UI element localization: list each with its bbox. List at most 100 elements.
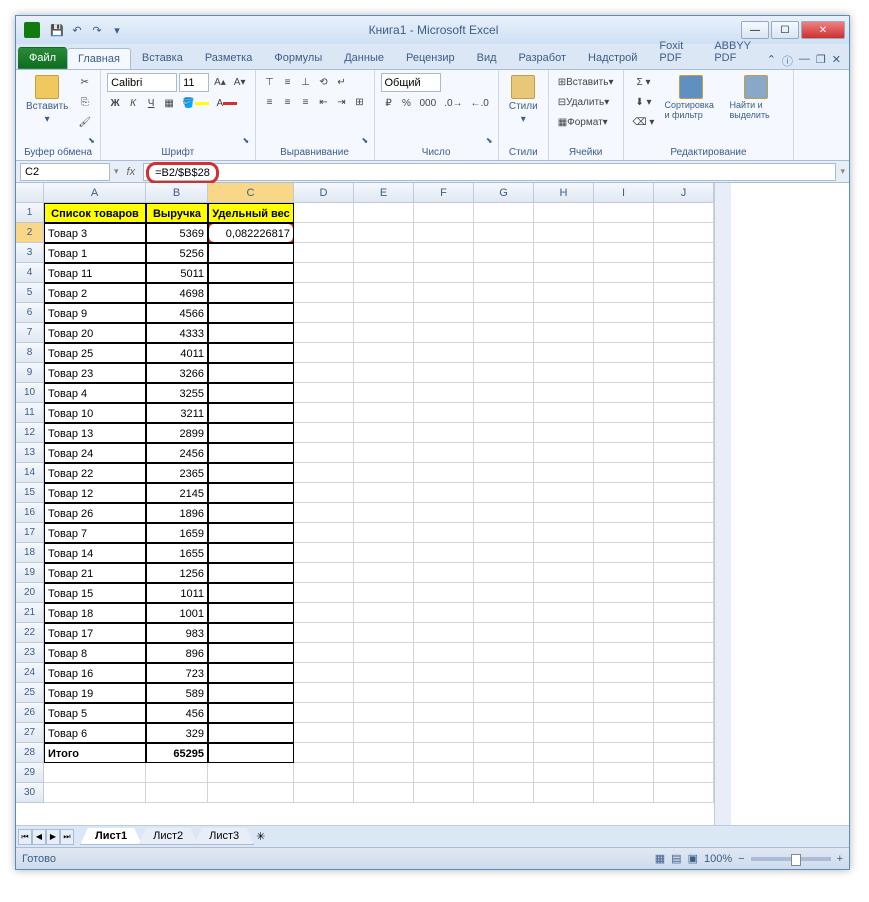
clipboard-launcher-icon[interactable]: ⬊ [88, 136, 98, 146]
font-launcher-icon[interactable]: ⬊ [243, 136, 253, 146]
redo-icon[interactable]: ↷ [88, 21, 106, 39]
inc-decimal-icon[interactable]: .0→ [441, 94, 465, 112]
undo-icon[interactable]: ↶ [68, 21, 86, 39]
sheet-tab-1[interactable]: Лист1 [80, 828, 142, 845]
clear-icon[interactable]: ⌫ ▾ [630, 113, 658, 131]
tab-data[interactable]: Данные [333, 47, 395, 69]
align-bottom-icon[interactable]: ⊥ [298, 73, 314, 91]
align-center-icon[interactable]: ≡ [280, 93, 296, 111]
number-format-select[interactable]: Общий [381, 73, 441, 92]
align-top-icon[interactable]: ⊤ [262, 73, 278, 91]
tab-formulas[interactable]: Формулы [263, 47, 333, 69]
new-sheet-icon[interactable]: ✳ [250, 830, 271, 843]
col-header-E[interactable]: E [354, 183, 414, 203]
currency-icon[interactable]: ₽ [381, 94, 397, 112]
sort-filter-button[interactable]: Сортировка и фильтр [660, 73, 722, 123]
find-select-button[interactable]: Найти и выделить [725, 73, 787, 123]
row-header[interactable]: 9 [16, 363, 44, 383]
row-header[interactable]: 12 [16, 423, 44, 443]
row-header[interactable]: 2 [16, 223, 44, 243]
doc-minimize-icon[interactable]: — [799, 53, 810, 69]
row-header[interactable]: 7 [16, 323, 44, 343]
underline-button[interactable]: Ч [143, 94, 159, 112]
delete-cells-button[interactable]: ⊟ Удалить ▾ [555, 93, 613, 111]
row-header[interactable]: 10 [16, 383, 44, 403]
sheet-tab-3[interactable]: Лист3 [194, 828, 254, 845]
save-icon[interactable]: 💾 [48, 21, 66, 39]
view-break-icon[interactable]: ▣ [688, 852, 698, 865]
align-left-icon[interactable]: ≡ [262, 93, 278, 111]
tab-insert[interactable]: Вставка [131, 47, 194, 69]
paste-button[interactable]: Вставить ▾ [22, 73, 72, 127]
sheet-tab-2[interactable]: Лист2 [138, 828, 198, 845]
orientation-icon[interactable]: ⟲ [316, 73, 332, 91]
row-header[interactable]: 22 [16, 623, 44, 643]
row-header[interactable]: 3 [16, 243, 44, 263]
next-sheet-icon[interactable]: ▶ [46, 829, 60, 845]
tab-home[interactable]: Главная [67, 48, 131, 69]
tab-developer[interactable]: Разработ [508, 47, 577, 69]
vertical-scrollbar[interactable] [714, 183, 731, 825]
row-header[interactable]: 13 [16, 443, 44, 463]
col-header-I[interactable]: I [594, 183, 654, 203]
indent-inc-icon[interactable]: ⇥ [334, 93, 350, 111]
alignment-launcher-icon[interactable]: ⬊ [362, 136, 372, 146]
fill-icon[interactable]: ⬇ ▾ [630, 93, 658, 111]
tab-layout[interactable]: Разметка [194, 47, 264, 69]
copy-icon[interactable]: ⎘ [75, 93, 94, 111]
align-right-icon[interactable]: ≡ [298, 93, 314, 111]
percent-icon[interactable]: % [399, 94, 415, 112]
format-painter-icon[interactable]: 🖌 [75, 113, 94, 131]
cut-icon[interactable]: ✂ [75, 73, 94, 91]
row-header[interactable]: 25 [16, 683, 44, 703]
shrink-font-icon[interactable]: A▾ [231, 74, 249, 92]
prev-sheet-icon[interactable]: ◀ [32, 829, 46, 845]
tab-file[interactable]: Файл [18, 47, 67, 69]
number-launcher-icon[interactable]: ⬊ [486, 136, 496, 146]
zoom-in-icon[interactable]: + [837, 853, 843, 865]
row-header[interactable]: 11 [16, 403, 44, 423]
name-box[interactable]: C2 [20, 163, 110, 181]
grow-font-icon[interactable]: A▴ [211, 74, 229, 92]
tab-addins[interactable]: Надстрой [577, 47, 648, 69]
autosum-icon[interactable]: Σ ▾ [630, 73, 658, 91]
indent-dec-icon[interactable]: ⇤ [316, 93, 332, 111]
fill-color-icon[interactable]: 🪣 [179, 94, 211, 112]
minimize-ribbon-icon[interactable]: ⌃ [767, 53, 776, 69]
format-cells-button[interactable]: ▦ Формат ▾ [555, 113, 611, 131]
col-header-F[interactable]: F [414, 183, 474, 203]
row-header[interactable]: 23 [16, 643, 44, 663]
col-header-B[interactable]: B [146, 183, 208, 203]
merge-icon[interactable]: ⊞ [352, 93, 368, 111]
col-header-H[interactable]: H [534, 183, 594, 203]
row-header[interactable]: 19 [16, 563, 44, 583]
help-icon[interactable]: ⓘ [782, 53, 793, 69]
row-header[interactable]: 24 [16, 663, 44, 683]
close-button[interactable]: ✕ [801, 21, 845, 39]
row-header[interactable]: 26 [16, 703, 44, 723]
fx-icon[interactable]: fx [123, 166, 140, 178]
namebox-dropdown-icon[interactable]: ▾ [114, 166, 119, 177]
col-header-D[interactable]: D [294, 183, 354, 203]
row-header[interactable]: 18 [16, 543, 44, 563]
row-header[interactable]: 20 [16, 583, 44, 603]
row-header[interactable]: 15 [16, 483, 44, 503]
worksheet-grid[interactable]: ABCDEFGHIJ1Список товаровВыручкаУдельный… [16, 183, 714, 825]
tab-foxit[interactable]: Foxit PDF [648, 35, 703, 69]
styles-button[interactable]: Стили ▾ [505, 73, 542, 127]
zoom-level[interactable]: 100% [704, 853, 732, 865]
view-normal-icon[interactable]: ▦ [655, 852, 665, 865]
row-header[interactable]: 4 [16, 263, 44, 283]
expand-formula-icon[interactable]: ▾ [840, 166, 845, 177]
doc-restore-icon[interactable]: ❐ [816, 53, 826, 69]
col-header-C[interactable]: C [208, 183, 294, 203]
col-header-G[interactable]: G [474, 183, 534, 203]
comma-icon[interactable]: 000 [417, 94, 440, 112]
qat-more-icon[interactable]: ▾ [108, 21, 126, 39]
italic-button[interactable]: К [125, 94, 141, 112]
bold-button[interactable]: Ж [107, 94, 123, 112]
active-cell[interactable]: 0,082226817 [208, 223, 294, 243]
row-header[interactable]: 21 [16, 603, 44, 623]
tab-review[interactable]: Рецензир [395, 47, 466, 69]
row-header[interactable]: 27 [16, 723, 44, 743]
